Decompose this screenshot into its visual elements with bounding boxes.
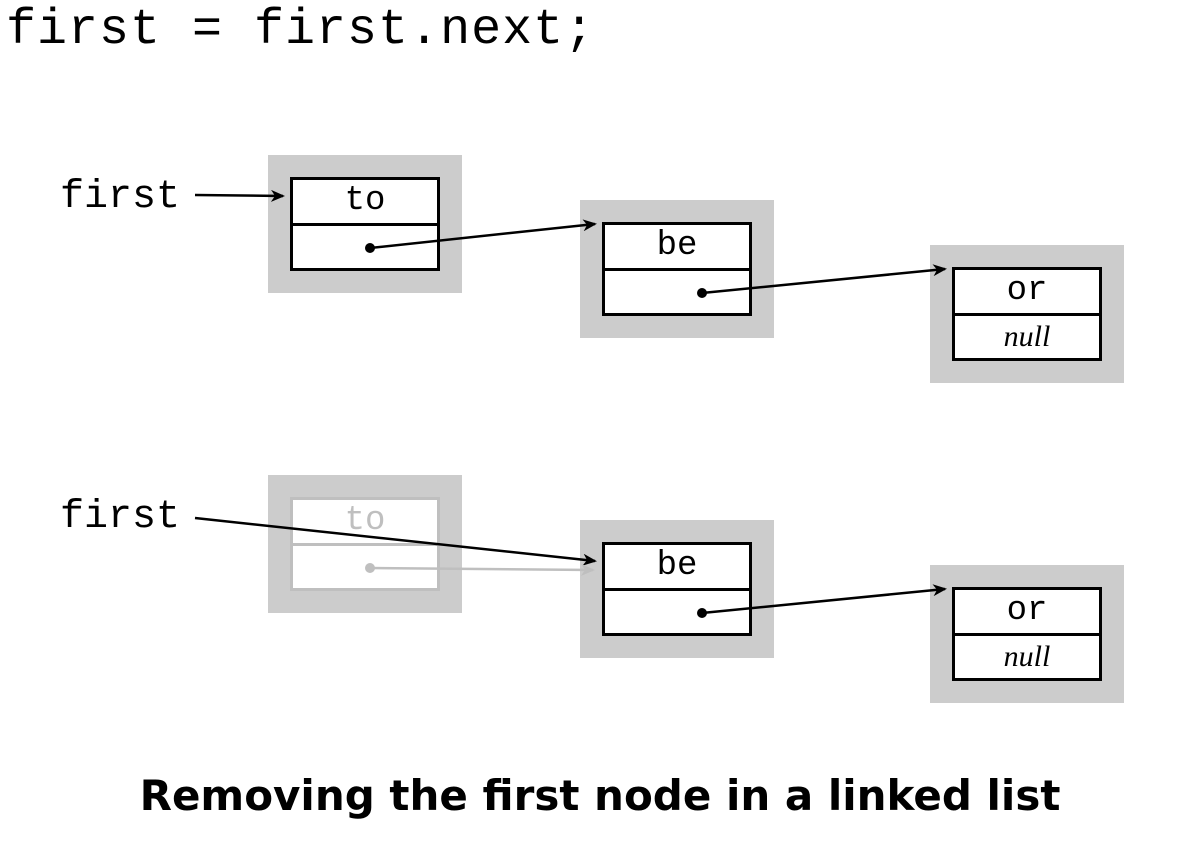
- node-to-bottom-removed: to: [268, 475, 462, 613]
- code-line: first = first.next;: [6, 2, 595, 59]
- node-next: [605, 591, 749, 634]
- node-next-null: null: [955, 316, 1099, 359]
- node-next: [293, 546, 437, 589]
- node-be-top: be: [580, 200, 774, 338]
- node-data: be: [605, 225, 749, 271]
- diagram-caption: Removing the first node in a linked list: [0, 771, 1200, 820]
- pointer-label-first-top: first: [60, 175, 180, 220]
- node-to-top: to: [268, 155, 462, 293]
- diagram-stage: first = first.next; first to be or null …: [0, 0, 1200, 844]
- node-next-null: null: [955, 636, 1099, 679]
- node-data: be: [605, 545, 749, 591]
- arrows-overlay: [0, 0, 1200, 844]
- node-next: [605, 271, 749, 314]
- node-be-bottom: be: [580, 520, 774, 658]
- node-or-bottom: or null: [930, 565, 1124, 703]
- node-next: [293, 226, 437, 269]
- pointer-label-first-bottom: first: [60, 495, 180, 540]
- node-data: to: [293, 180, 437, 226]
- node-data: to: [293, 500, 437, 546]
- node-or-top: or null: [930, 245, 1124, 383]
- node-data: or: [955, 590, 1099, 636]
- node-data: or: [955, 270, 1099, 316]
